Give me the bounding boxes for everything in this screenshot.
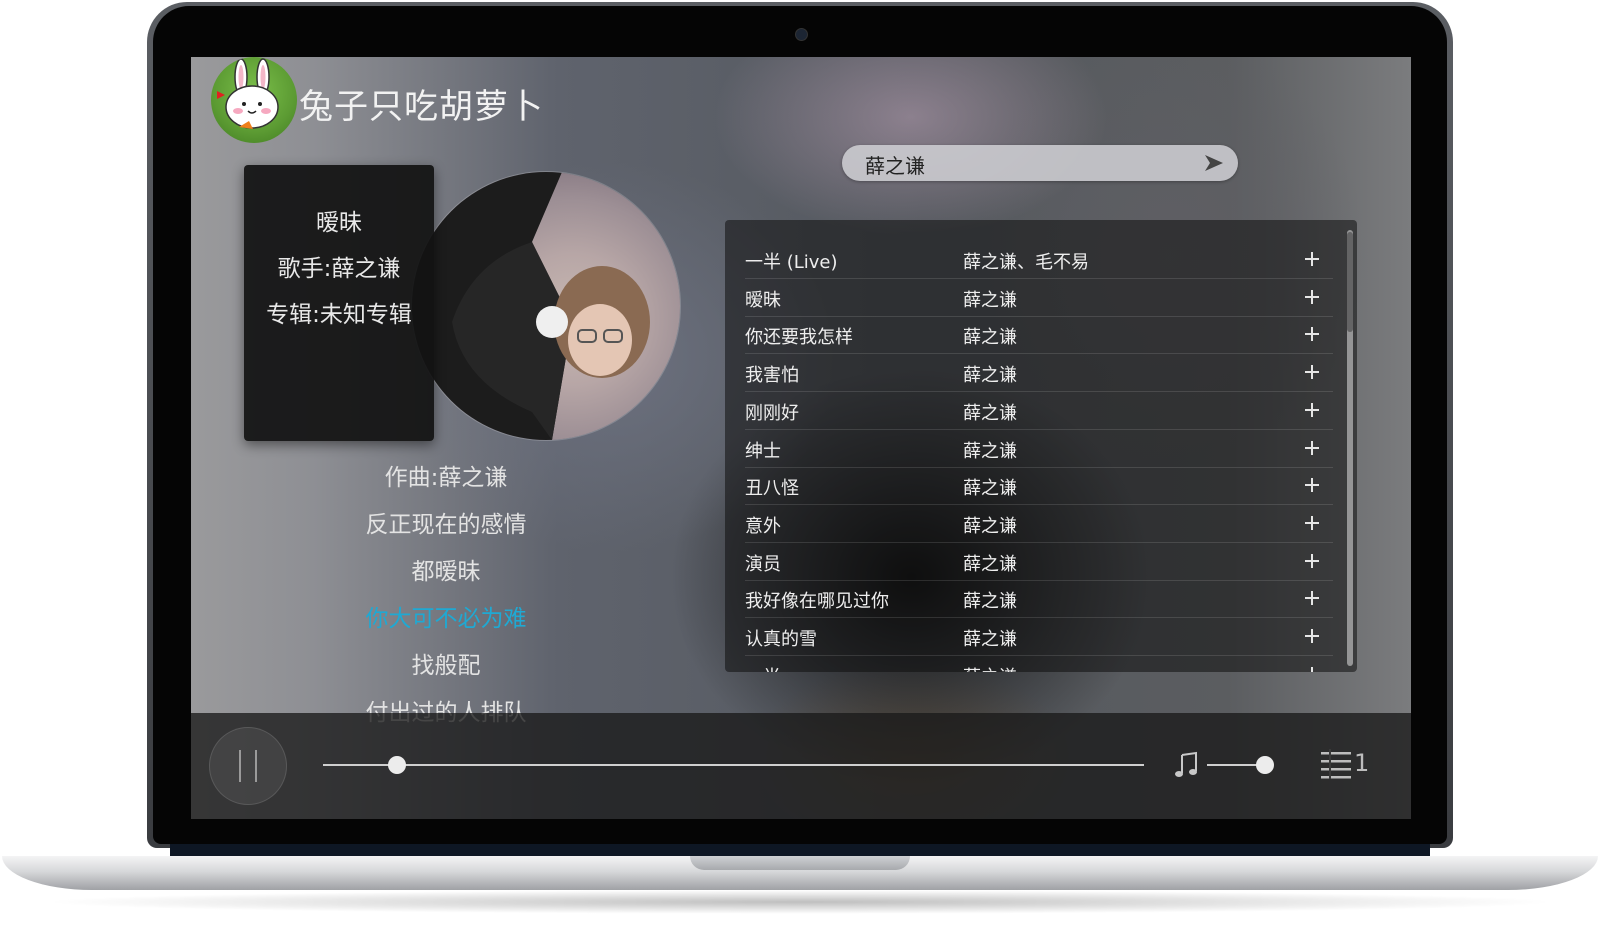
add-song-icon[interactable] [1297,618,1327,655]
laptop-shadow [40,890,1560,914]
song-row[interactable]: 丑八怪 薛之谦 [745,467,1333,506]
song-row-title[interactable]: 我害怕 [745,361,799,387]
pause-icon-bar [255,750,257,782]
song-row-artist: 薛之谦、毛不易 [963,252,1089,273]
lyric-line-active: 你大可不必为难 [365,606,527,632]
progress-bar[interactable] [323,764,1144,766]
laptop-notch [690,856,910,870]
music-player-screen: 兔子只吃胡萝卜 暧昧 歌手:薛之谦 专辑:未知专辑 作曲:薛之谦 反正现在的感情都… [191,57,1411,819]
search-input[interactable] [863,149,1187,179]
webcam [795,28,808,41]
song-row-artist: 薛之谦 [963,402,1017,424]
add-song-icon[interactable] [1297,279,1327,316]
site-title: 兔子只吃胡萝卜 [299,87,544,127]
lyric-line: 找般配 [411,653,481,679]
player-controls-bar: 1 [191,713,1411,819]
add-song-icon[interactable] [1297,467,1327,504]
song-row-artist: 薛之谦 [963,553,1017,575]
pause-button[interactable] [209,727,287,805]
song-row[interactable]: 一半 薛之谦 [745,656,1333,672]
progress-knob[interactable] [387,756,406,774]
song-row[interactable]: 我好像在哪见过你 薛之谦 [745,580,1333,619]
song-row-artist: 薛之谦 [963,327,1017,349]
song-row-artist: 薛之谦 [963,663,1017,672]
song-row-artist: 薛之谦 [963,629,1017,650]
song-row-title[interactable]: 意外 [745,512,781,538]
song-title: 暧昧 [316,210,362,236]
song-row-title[interactable]: 认真的雪 [745,625,817,651]
song-row-artist: 薛之谦 [963,289,1017,311]
song-row-title[interactable]: 一半 (Live) [745,248,838,274]
search-submit-button[interactable] [1202,152,1226,174]
song-row-title[interactable]: 刚刚好 [745,399,799,425]
add-song-icon[interactable] [1297,241,1327,278]
send-arrow-icon [1205,155,1223,171]
song-row[interactable]: 演员 薛之谦 [745,543,1333,581]
add-song-icon[interactable] [1297,543,1327,580]
song-row-artist: 薛之谦 [963,591,1017,613]
song-row-artist: 薛之谦 [963,515,1017,537]
song-album: 专辑:未知专辑 [266,302,412,328]
song-row-title[interactable]: 演员 [745,550,781,576]
song-row-title[interactable]: 一半 [745,663,781,672]
song-row[interactable]: 我害怕 薛之谦 [745,354,1333,393]
pause-icon [239,750,241,782]
song-row[interactable]: 一半 (Live) 薛之谦、毛不易 [745,241,1333,279]
song-row-artist: 薛之谦 [963,440,1017,462]
add-song-icon[interactable] [1297,392,1327,429]
song-list-scrollbar-thumb[interactable] [1347,232,1353,332]
song-row[interactable]: 刚刚好 薛之谦 [745,392,1333,430]
add-song-icon[interactable] [1297,430,1327,467]
lyric-line: 作曲:薛之谦 [384,465,508,491]
list-icon [1321,749,1351,779]
playlist-queue-button[interactable] [1321,749,1351,779]
song-row[interactable]: 认真的雪 薛之谦 [745,618,1333,656]
song-row-artist: 薛之谦 [963,365,1017,387]
song-list[interactable]: 一半薛之谦认真的雪薛之谦我好像在哪见过你薛之谦演员薛之谦意外薛之谦丑八怪薛之谦绅… [725,220,1357,672]
song-row-title[interactable]: 丑八怪 [745,474,799,500]
song-info-card: 暧昧 歌手:薛之谦 专辑:未知专辑 [244,165,434,441]
queue-count: 1 [1354,749,1370,777]
lyric-line: 都暧昧 [411,559,481,585]
bunny-logo-icon[interactable] [211,57,297,143]
album-cover-disc [412,172,680,440]
add-song-icon[interactable] [1297,656,1327,672]
music-note-icon[interactable] [1174,751,1200,779]
song-artist: 歌手:薛之谦 [277,256,401,282]
lyrics-panel: 作曲:薛之谦反正现在的感情都暧昧你大可不必为难找般配付出过的人排队 [311,455,581,737]
add-song-icon[interactable] [1297,316,1327,353]
add-song-icon[interactable] [1297,354,1327,391]
song-row[interactable]: 意外 薛之谦 [745,505,1333,543]
lyric-line: 反正现在的感情 [365,512,527,538]
song-row[interactable]: 暧昧 薛之谦 [745,279,1333,317]
song-row[interactable]: 绅士 薛之谦 [745,430,1333,468]
add-song-icon[interactable] [1297,505,1327,542]
volume-knob[interactable] [1256,756,1274,774]
song-row-title[interactable]: 绅士 [745,437,781,463]
song-row-title[interactable]: 你还要我怎样 [745,323,853,349]
add-song-icon[interactable] [1297,580,1327,617]
song-row[interactable]: 你还要我怎样 薛之谦 [745,316,1333,355]
search-bar [842,145,1238,181]
song-row-artist: 薛之谦 [963,478,1017,500]
song-row-title[interactable]: 我好像在哪见过你 [745,587,889,613]
song-row-title[interactable]: 暧昧 [745,286,781,312]
